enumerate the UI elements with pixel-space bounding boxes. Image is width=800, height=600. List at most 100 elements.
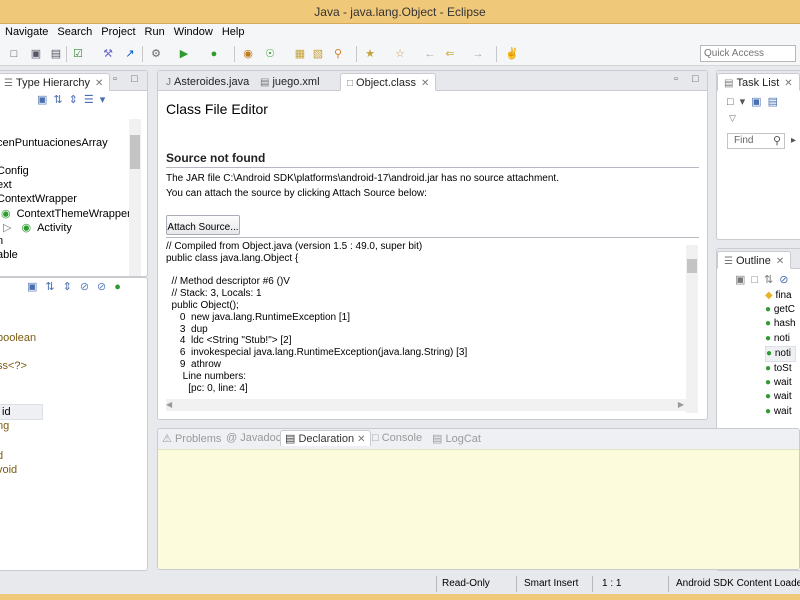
divider (166, 167, 699, 168)
tab-task-list[interactable]: ▤ Task List ✕ (717, 73, 800, 91)
menu-search[interactable]: Search (52, 24, 96, 38)
back-icon[interactable]: ← (422, 46, 438, 62)
tab-outline[interactable]: ☰ Outline ✕ (717, 251, 792, 269)
pointer-icon[interactable]: ↗ (122, 46, 138, 62)
outline-item[interactable]: ● toSt (765, 362, 796, 376)
tab-logcat[interactable]: ▤ LogCat (432, 432, 481, 445)
declaration-view (158, 449, 799, 569)
attach-source-button[interactable]: Attach Source... (166, 215, 240, 235)
tree-item[interactable]: able (0, 249, 18, 261)
menu-navigate[interactable]: Navigate (0, 24, 52, 38)
annotation-prev-icon[interactable]: ☆ (392, 46, 408, 62)
pin-icon[interactable]: ✌ (504, 46, 520, 62)
tab-asteroides-java[interactable]: J Asteroides.java (160, 73, 255, 91)
scroll-left-icon[interactable]: ◀ (166, 400, 172, 409)
forward-icon[interactable]: → (470, 46, 486, 62)
search-icon[interactable]: ⚲ (773, 134, 781, 147)
minimize-icon[interactable]: ▫ (113, 73, 117, 85)
expand-icon[interactable]: ▷ (3, 222, 11, 234)
package-icon[interactable]: ▦ (292, 46, 308, 62)
tree-item[interactable]: n (0, 235, 3, 247)
menu-window[interactable]: Window (169, 24, 217, 38)
new-icon[interactable]: □ (6, 46, 22, 62)
method-icon: ● (765, 391, 772, 403)
annotation-icon[interactable]: ★ (362, 46, 378, 62)
outline-toolbar[interactable]: ▣□⇅⊘ (735, 273, 794, 286)
outline-item[interactable]: ● wait (765, 405, 796, 419)
quick-access-input[interactable] (700, 45, 796, 62)
tree-item[interactable]: cenPuntuacionesArray (0, 137, 108, 149)
tab-javadoc[interactable]: @ Javadoc (226, 432, 281, 444)
close-icon[interactable]: ✕ (95, 78, 103, 89)
new-class-icon[interactable]: ☉ (262, 46, 278, 62)
method-icon: ● (765, 363, 772, 375)
member-item[interactable]: ng (0, 420, 9, 432)
maximize-icon[interactable]: □ (692, 73, 699, 85)
bytecode-text[interactable]: // Compiled from Object.java (version 1.… (166, 241, 686, 395)
print-icon[interactable]: ▤ (48, 46, 64, 62)
member-toolbar[interactable]: ▣⇅⇕⊘⊘● (27, 280, 129, 293)
xml-file-icon: ▤ (260, 77, 270, 88)
tab-problems[interactable]: ⚠ Problems (162, 432, 221, 445)
class-icon[interactable]: ◉ (240, 46, 256, 62)
back-nav-icon[interactable]: ⇐ (442, 46, 458, 62)
close-icon[interactable]: ✕ (784, 78, 792, 89)
class-icon: ◉ (1, 208, 11, 220)
code-vertical-scrollbar[interactable] (686, 245, 698, 413)
outline-item[interactable]: ● getC (765, 303, 796, 317)
scroll-right-icon[interactable]: ▶ (678, 400, 684, 409)
tree-item[interactable]: ContextWrapper (0, 193, 77, 205)
tree-item[interactable]: Config (0, 165, 29, 177)
member-item[interactable]: d (0, 450, 3, 462)
tree-scrollbar[interactable] (129, 119, 141, 276)
logcat-icon: ▤ (432, 433, 443, 445)
outline-item[interactable]: ◆ fina (765, 289, 796, 303)
hierarchy-toolbar[interactable]: ▣⇅⇕☰▾ (37, 93, 111, 106)
menu-bar: Navigate Search Project Run Window Help (0, 24, 800, 42)
close-icon[interactable]: ✕ (776, 256, 784, 267)
tree-item-context-theme-wrapper[interactable]: ◉ ContextThemeWrapper (1, 207, 131, 220)
member-item[interactable]: ss<?> (0, 360, 27, 372)
tab-console[interactable]: □ Console (372, 432, 422, 444)
save-icon[interactable]: ▣ (28, 46, 44, 62)
type-tree: cenPuntuacionesArray Config ext ContextW… (0, 119, 137, 276)
close-icon[interactable]: ✕ (421, 78, 429, 89)
tab-declaration[interactable]: ▤ Declaration ✕ (280, 430, 371, 446)
run-icon[interactable]: ▶ (176, 46, 192, 62)
method-icon: ● (765, 332, 772, 344)
open-folder-icon[interactable]: ▧ (310, 46, 326, 62)
close-icon[interactable]: ✕ (357, 434, 365, 445)
search-icon[interactable]: ⚲ (330, 46, 346, 62)
maximize-icon[interactable]: □ (131, 73, 138, 85)
window-title-bar: Java - java.lang.Object - Eclipse (0, 0, 800, 24)
outline-list: ◆ fina ● getC ● hash ● noti ● noti ● toS… (765, 289, 796, 419)
code-horizontal-scrollbar[interactable]: ◀ ▶ (166, 399, 686, 411)
tab-object-class[interactable]: □ Object.class ✕ (340, 73, 437, 91)
outline-item[interactable]: ● wait (765, 376, 796, 390)
tab-juego-xml[interactable]: ▤ juego.xml (254, 73, 326, 91)
chevron-down-icon[interactable]: ▽ (729, 113, 736, 124)
member-item-selected[interactable]: id (0, 404, 43, 420)
menu-project[interactable]: Project (96, 24, 139, 38)
outline-item[interactable]: ● noti (765, 332, 796, 346)
profile-icon[interactable]: ● (206, 46, 222, 62)
tree-item-activity[interactable]: ▷ ◉ Activity (3, 221, 72, 234)
member-item[interactable]: void (0, 464, 17, 476)
menu-help[interactable]: Help (217, 24, 249, 38)
chevron-right-icon[interactable]: ▸ (791, 135, 796, 146)
task-toolbar[interactable]: □▾▣▤ (727, 95, 784, 108)
member-item[interactable]: boolean (0, 332, 36, 344)
tree-item[interactable]: ext (0, 179, 12, 191)
gear-icon[interactable]: ⚙ (148, 46, 164, 62)
task-icon[interactable]: ☑ (70, 46, 86, 62)
outline-item[interactable]: ● wait (765, 390, 796, 404)
method-icon: ● (765, 304, 772, 316)
outline-item-selected[interactable]: ● noti (765, 345, 796, 363)
menu-run[interactable]: Run (140, 24, 169, 38)
outline-item[interactable]: ● hash (765, 317, 796, 331)
minimize-icon[interactable]: ▫ (674, 73, 678, 85)
find-field[interactable]: Find ⚲ (727, 133, 785, 149)
debug-icon[interactable]: ⚒ (100, 46, 116, 62)
window-bottom-border (0, 594, 800, 600)
tab-type-hierarchy[interactable]: ☰ Type Hierarchy ✕ (0, 73, 111, 91)
